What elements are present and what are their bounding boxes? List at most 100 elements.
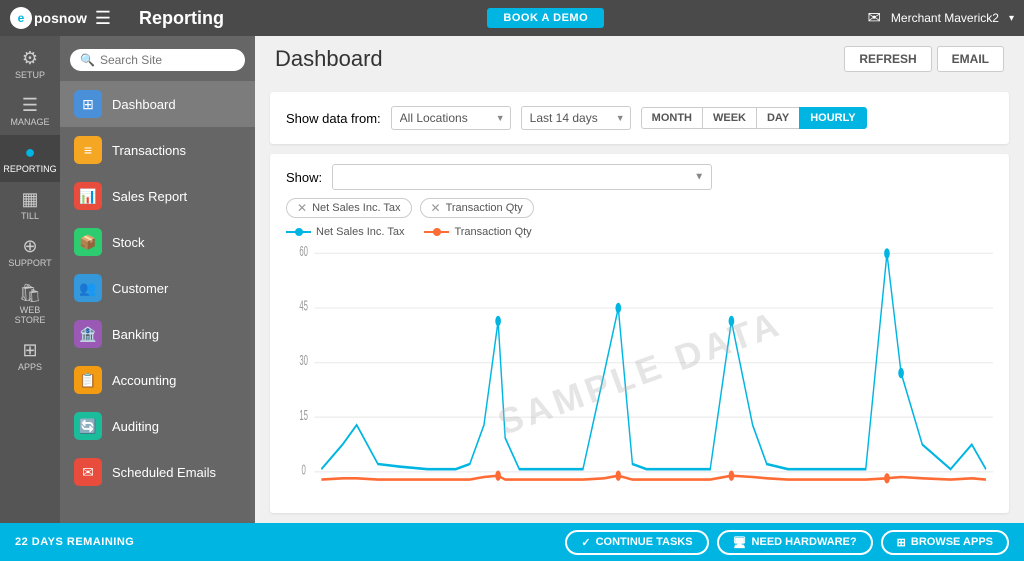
manage-label: MANAGE <box>10 117 49 127</box>
support-label: SUPPORT <box>8 258 51 268</box>
continue-tasks-label: CONTINUE TASKS <box>596 536 693 548</box>
logo-emblem: e <box>10 7 32 29</box>
legend-orange-line <box>424 231 449 233</box>
chart-card: Show: Net Sales Inc. Tax Transaction Qty… <box>270 154 1009 513</box>
auditing-label: Auditing <box>112 419 159 434</box>
transactions-icon: ≡ <box>74 136 102 164</box>
book-demo-button[interactable]: BOOK A DEMO <box>487 8 604 28</box>
sidebar-menu-dashboard[interactable]: ⊞ Dashboard <box>60 81 255 127</box>
days-select-wrap: Last 14 days Last 7 days Last 30 days To… <box>521 106 631 130</box>
accounting-label: Accounting <box>112 373 176 388</box>
bottom-actions: ✓ CONTINUE TASKS 🖥 NEED HARDWARE? ⊞ BROW… <box>565 530 1009 555</box>
need-hardware-button[interactable]: 🖥 NEED HARDWARE? <box>717 530 873 555</box>
dashboard-title: Dashboard <box>275 46 383 72</box>
location-select-wrap: All Locations Location 1 Location 2 <box>391 106 511 130</box>
sidebar-menu-stock[interactable]: 📦 Stock <box>60 219 255 265</box>
period-buttons: MONTH WEEK DAY HOURLY <box>641 107 867 129</box>
sidebar-menu-accounting[interactable]: 📋 Accounting <box>60 357 255 403</box>
grid-icon: ⊞ <box>897 536 906 549</box>
content-body: Show data from: All Locations Location 1… <box>255 82 1024 523</box>
sidebar-menu-auditing[interactable]: 🔄 Auditing <box>60 403 255 449</box>
mail-icon[interactable]: ✉ <box>868 8 881 28</box>
stock-label: Stock <box>112 235 145 250</box>
svg-text:15: 15 <box>299 409 308 424</box>
days-select[interactable]: Last 14 days Last 7 days Last 30 days To… <box>521 106 631 130</box>
main-layout: ⚙ SETUP ☰ MANAGE ● REPORTING ▦ TILL ⊕ SU… <box>0 36 1024 523</box>
tag-net-sales: ✕ Net Sales Inc. Tax <box>286 198 412 218</box>
customer-label: Customer <box>112 281 168 296</box>
show-data-label: Show data from: <box>286 111 381 126</box>
sidebar-menu-banking[interactable]: 🏦 Banking <box>60 311 255 357</box>
period-month-button[interactable]: MONTH <box>641 107 702 129</box>
period-hourly-button[interactable]: HOURLY <box>799 107 866 129</box>
sidebar-item-reporting[interactable]: ● REPORTING <box>0 135 60 182</box>
svg-text:0: 0 <box>302 463 306 478</box>
legend-net-sales-label: Net Sales Inc. Tax <box>316 226 404 238</box>
legend-net-sales: Net Sales Inc. Tax <box>286 226 404 238</box>
setup-icon: ⚙ <box>22 49 38 67</box>
epos-logo: e posnow <box>10 7 87 29</box>
sidebar-item-till[interactable]: ▦ TILL <box>0 182 60 229</box>
days-remaining: 22 DAYS REMAINING <box>15 536 134 548</box>
search-box[interactable]: 🔍 <box>70 49 245 71</box>
svg-text:45: 45 <box>299 299 308 314</box>
sidebar-item-setup[interactable]: ⚙ SETUP <box>0 41 60 88</box>
email-button[interactable]: EMAIL <box>937 46 1004 72</box>
sidebar-item-apps[interactable]: ⊞ APPS <box>0 333 60 380</box>
sales-report-label: Sales Report <box>112 189 187 204</box>
transactions-label: Transactions <box>112 143 186 158</box>
left-nav: ⚙ SETUP ☰ MANAGE ● REPORTING ▦ TILL ⊕ SU… <box>0 36 60 523</box>
sidebar-item-webstore[interactable]: 🛍 WEB STORE <box>0 276 60 333</box>
apps-icon: ⊞ <box>22 341 37 359</box>
sidebar-menu-customer[interactable]: 👥 Customer <box>60 265 255 311</box>
sidebar-menu-sales-report[interactable]: 📊 Sales Report <box>60 173 255 219</box>
sales-report-icon: 📊 <box>74 182 102 210</box>
period-day-button[interactable]: DAY <box>756 107 799 129</box>
webstore-label: WEB STORE <box>5 305 55 325</box>
topbar-right: ✉ Merchant Maverick2 ▾ <box>868 8 1014 28</box>
accounting-icon: 📋 <box>74 366 102 394</box>
scheduled-emails-icon: ✉ <box>74 458 102 486</box>
legend-blue-line <box>286 231 311 233</box>
svg-text:30: 30 <box>299 354 308 369</box>
sidebar-item-manage[interactable]: ☰ MANAGE <box>0 88 60 135</box>
show-select-wrap: Net Sales Inc. Tax Transaction Qty <box>332 164 712 190</box>
search-input[interactable] <box>100 53 235 67</box>
period-week-button[interactable]: WEEK <box>702 107 756 129</box>
chart-svg: 60 45 30 15 0 <box>286 243 993 503</box>
search-icon: 🔍 <box>80 53 95 67</box>
setup-label: SETUP <box>15 70 45 80</box>
auditing-icon: 🔄 <box>74 412 102 440</box>
show-select[interactable]: Net Sales Inc. Tax Transaction Qty <box>332 164 712 190</box>
customer-icon: 👥 <box>74 274 102 302</box>
sidebar-menu-scheduled-emails[interactable]: ✉ Scheduled Emails <box>60 449 255 495</box>
location-select[interactable]: All Locations Location 1 Location 2 <box>391 106 511 130</box>
legend-transaction-qty: Transaction Qty <box>424 226 531 238</box>
sidebar-item-support[interactable]: ⊕ SUPPORT <box>0 229 60 276</box>
continue-tasks-button[interactable]: ✓ CONTINUE TASKS <box>565 530 708 555</box>
banking-icon: 🏦 <box>74 320 102 348</box>
sidebar: 🔍 ⊞ Dashboard ≡ Transactions 📊 Sales Rep… <box>60 36 255 523</box>
stock-icon: 📦 <box>74 228 102 256</box>
show-label: Show: <box>286 170 322 185</box>
logo-text: posnow <box>34 10 87 26</box>
apps-label: APPS <box>18 362 42 372</box>
till-icon: ▦ <box>21 190 38 208</box>
tag-x-net-sales[interactable]: ✕ <box>297 202 307 214</box>
monitor-icon: 🖥 <box>733 536 747 549</box>
user-name: Merchant Maverick2 <box>891 11 999 25</box>
content-area: Dashboard REFRESH EMAIL Show data from: … <box>255 36 1024 523</box>
user-chevron-icon[interactable]: ▾ <box>1009 13 1014 24</box>
refresh-button[interactable]: REFRESH <box>844 46 931 72</box>
tag-x-transaction-qty[interactable]: ✕ <box>431 202 441 214</box>
dashboard-icon: ⊞ <box>74 90 102 118</box>
checkmark-icon: ✓ <box>581 536 590 549</box>
bottom-bar: 22 DAYS REMAINING ✓ CONTINUE TASKS 🖥 NEE… <box>0 523 1024 561</box>
browse-apps-button[interactable]: ⊞ BROWSE APPS <box>881 530 1009 555</box>
tag-label-net-sales: Net Sales Inc. Tax <box>312 202 400 214</box>
data-filter-card: Show data from: All Locations Location 1… <box>270 92 1009 144</box>
svg-text:60: 60 <box>299 245 308 260</box>
topbar-left: e posnow ☰ Reporting <box>10 7 224 29</box>
hamburger-icon[interactable]: ☰ <box>95 8 111 29</box>
sidebar-menu-transactions[interactable]: ≡ Transactions <box>60 127 255 173</box>
